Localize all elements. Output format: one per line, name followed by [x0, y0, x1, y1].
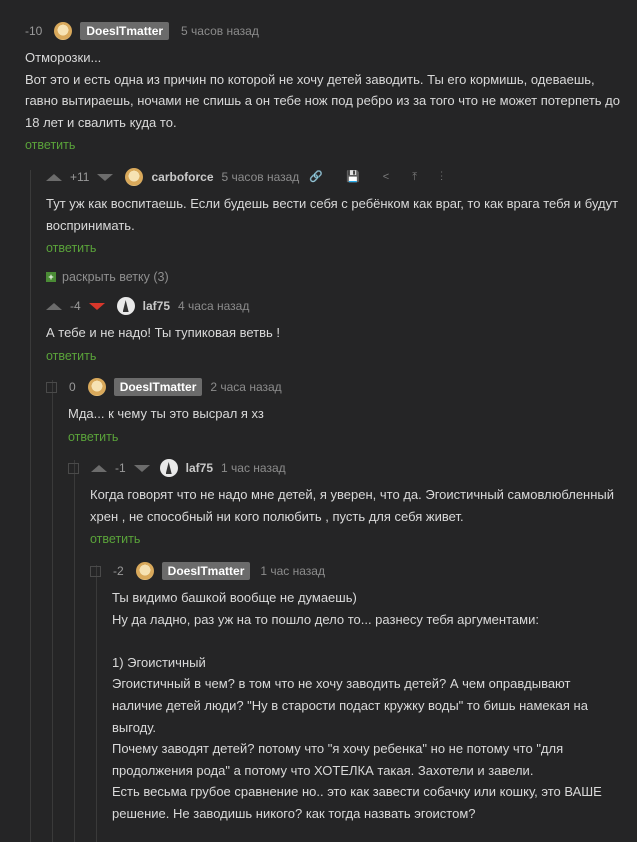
- comment-author[interactable]: laf75: [186, 461, 213, 475]
- comment-time[interactable]: 4 часа назад: [178, 299, 249, 313]
- comment-line: наличие детей люди? "Ну в старости подас…: [112, 697, 588, 713]
- comment-time[interactable]: 1 час назад: [221, 461, 286, 475]
- comment-rating: 0: [69, 380, 76, 394]
- downvote-icon[interactable]: [97, 173, 114, 181]
- expand-branch-button[interactable]: + раскрыть ветку (3): [46, 270, 169, 284]
- comment-line: Ну да ладно, раз уж на то пошло дело то.…: [112, 611, 539, 627]
- downvote-icon[interactable]: [133, 464, 150, 472]
- comment-line: решение. Не заводишь никого? как тогда н…: [112, 805, 476, 821]
- collapse-toggle[interactable]: [90, 565, 101, 577]
- comment-line: Тут уж как воспитаешь. Если будешь вести…: [46, 196, 619, 211]
- upvote-icon[interactable]: [46, 173, 62, 181]
- comment-line: А тебе и не надо! Ты тупиковая ветвь !: [46, 325, 281, 340]
- comment-time[interactable]: 1 час назад: [260, 564, 325, 578]
- comment-line: Вот это и есть одна из причин по которой…: [25, 71, 595, 87]
- comment-line: 18 лет и свалить куда то.: [25, 114, 177, 130]
- comment-author[interactable]: carboforce: [151, 170, 213, 184]
- reply-link[interactable]: ответить: [90, 532, 140, 546]
- plus-icon: +: [46, 272, 56, 282]
- comment-line: Мда... к чему ты это высрал я хз: [68, 406, 264, 421]
- avatar[interactable]: [135, 562, 154, 580]
- reply-link[interactable]: ответить: [46, 241, 96, 255]
- comment-author[interactable]: DoesITmatter: [80, 22, 170, 40]
- collapse-toggle[interactable]: [68, 462, 79, 474]
- comment-line: воспринимать.: [46, 217, 135, 233]
- upvote-icon[interactable]: [46, 302, 62, 310]
- comment-body: Ты видимо башкой вообще не думаешь) Ну д…: [112, 587, 632, 825]
- comment-line: Эгоистичный в чем? в том что не хочу зав…: [112, 676, 571, 692]
- comment-line: гавно вытираешь, ночами не спишь а он те…: [25, 93, 620, 109]
- avatar[interactable]: [116, 297, 135, 315]
- comment-tools[interactable]: 🔗 💾 < ⤒ ⋮: [309, 170, 453, 184]
- comment-author[interactable]: laf75: [143, 299, 170, 313]
- comment-line: Отморозки...: [25, 50, 102, 65]
- comment-line: Почему заводят детей? потому что "я хочу…: [112, 741, 564, 757]
- avatar[interactable]: [87, 378, 106, 396]
- comment-body: Когда говорят что не надо мне детей, я у…: [90, 484, 630, 527]
- thread-line[interactable]: [52, 380, 53, 842]
- comment-line: хрен , не способный ни кого полюбить , п…: [90, 508, 464, 524]
- comment-line: продолжения рода" а потому что ХОТЕЛКА т…: [112, 762, 534, 778]
- comment-body: Мда... к чему ты это высрал я хз: [68, 403, 628, 425]
- comment-line: [112, 630, 632, 652]
- reply-link[interactable]: ответить: [46, 349, 96, 363]
- comment-rating: -2: [113, 564, 124, 578]
- comment-rating: -10: [25, 24, 43, 38]
- comment-time[interactable]: 5 часов назад: [181, 24, 259, 38]
- comment-line: Когда говорят что не надо мне детей, я у…: [90, 487, 615, 502]
- comment-body: Тут уж как воспитаешь. Если будешь вести…: [46, 193, 626, 236]
- thread-line[interactable]: [30, 170, 31, 842]
- comment-line: Есть весьма грубое сравнение но.. это ка…: [112, 784, 602, 800]
- avatar[interactable]: [54, 22, 73, 40]
- upvote-icon[interactable]: [91, 464, 107, 472]
- comment-time[interactable]: 5 часов назад: [222, 170, 300, 184]
- comment-line: 1) Эгоистичный: [112, 654, 206, 670]
- avatar[interactable]: [159, 459, 178, 477]
- comment-rating: -4: [70, 299, 81, 313]
- thread-line[interactable]: [74, 460, 75, 842]
- comment-line: выгоду.: [112, 719, 157, 735]
- comment-time[interactable]: 2 часа назад: [210, 380, 281, 394]
- comment-rating: -1: [115, 461, 126, 475]
- avatar[interactable]: [125, 168, 144, 186]
- comment-rating: +11: [70, 170, 90, 184]
- reply-link[interactable]: ответить: [68, 430, 118, 444]
- thread-line[interactable]: [96, 565, 97, 842]
- expand-branch-label: раскрыть ветку (3): [62, 270, 169, 284]
- collapse-toggle[interactable]: [46, 381, 57, 393]
- reply-link[interactable]: ответить: [25, 138, 75, 152]
- comment-author[interactable]: DoesITmatter: [113, 378, 203, 396]
- comment-line: Ты видимо башкой вообще не думаешь): [112, 590, 357, 605]
- comment-body: А тебе и не надо! Ты тупиковая ветвь !: [46, 322, 626, 344]
- comment-body: Отморозки... Вот это и есть одна из прич…: [25, 47, 625, 133]
- comment-author[interactable]: DoesITmatter: [161, 562, 251, 580]
- downvote-icon[interactable]: [88, 302, 105, 310]
